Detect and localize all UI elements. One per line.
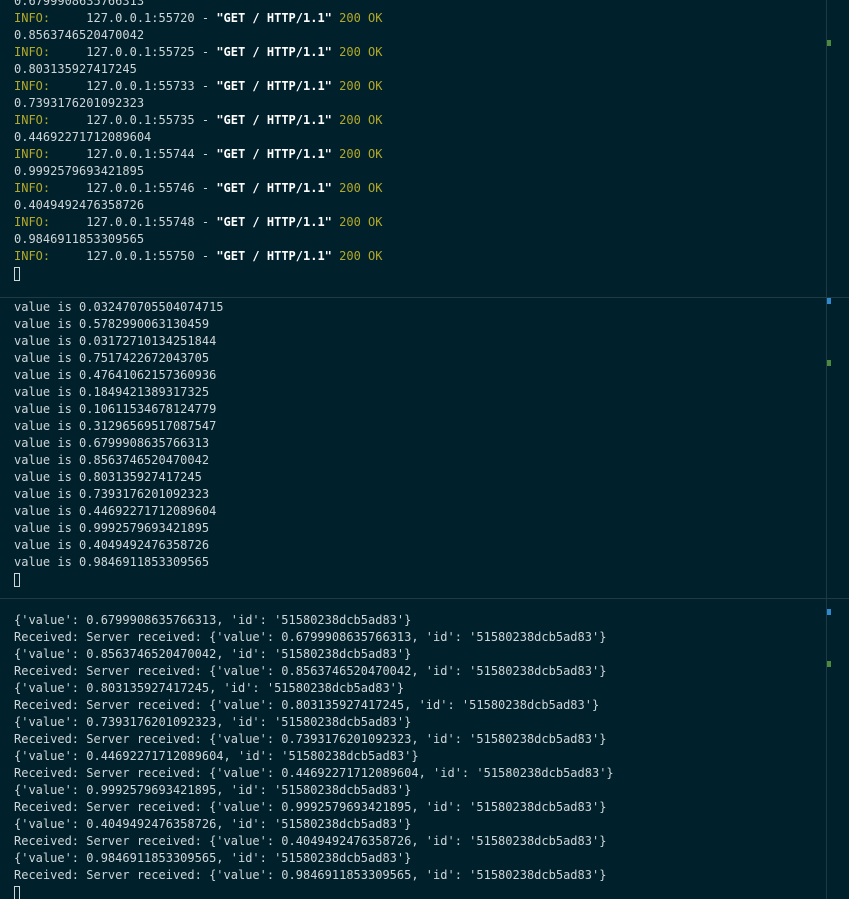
output-line: value is 0.803135927417245 bbox=[14, 470, 202, 484]
http-request: "GET / HTTP/1.1" bbox=[216, 147, 332, 161]
output-line: value is 0.03172710134251844 bbox=[14, 334, 217, 348]
http-status: 200 OK bbox=[339, 79, 383, 93]
log-line: INFO: 127.0.0.1:55748 - "GET / HTTP/1.1"… bbox=[14, 215, 383, 229]
log-level: INFO: bbox=[14, 45, 51, 59]
output-line: Received: Server received: {'value': 0.7… bbox=[14, 732, 607, 746]
http-status: 200 OK bbox=[339, 249, 383, 263]
client-address: 127.0.0.1:55725 bbox=[86, 45, 195, 59]
output-line: value is 0.1849421389317325 bbox=[14, 385, 210, 399]
output-line: value is 0.6799908635766313 bbox=[14, 436, 210, 450]
output-line: {'value': 0.9846911853309565, 'id': '515… bbox=[14, 851, 412, 865]
output-line: {'value': 0.4049492476358726, 'id': '515… bbox=[14, 817, 412, 831]
scrollbar[interactable] bbox=[826, 298, 827, 598]
output-line: value is 0.44692271712089604 bbox=[14, 504, 217, 518]
output-line: Received: Server received: {'value': 0.8… bbox=[14, 664, 607, 678]
value-line: 0.9846911853309565 bbox=[14, 232, 145, 246]
http-status: 200 OK bbox=[339, 11, 383, 25]
prompt-line bbox=[14, 265, 383, 282]
output-line: value is 0.9992579693421895 bbox=[14, 521, 210, 535]
client-address: 127.0.0.1:55748 bbox=[86, 215, 195, 229]
log-line: INFO: 127.0.0.1:55744 - "GET / HTTP/1.1"… bbox=[14, 147, 383, 161]
client-address: 127.0.0.1:55750 bbox=[86, 249, 195, 263]
http-status: 200 OK bbox=[339, 215, 383, 229]
value-line: 0.7393176201092323 bbox=[14, 96, 145, 110]
output-line: value is 0.31296569517087547 bbox=[14, 419, 217, 433]
value-line: 0.803135927417245 bbox=[14, 62, 137, 76]
log-line: INFO: 127.0.0.1:55725 - "GET / HTTP/1.1"… bbox=[14, 45, 383, 59]
log-level: INFO: bbox=[14, 11, 51, 25]
log-line: INFO: 127.0.0.1:55746 - "GET / HTTP/1.1"… bbox=[14, 181, 383, 195]
http-status: 200 OK bbox=[339, 45, 383, 59]
output-line: {'value': 0.7393176201092323, 'id': '515… bbox=[14, 715, 412, 729]
terminal-output: value is 0.032470705504074715 value is 0.… bbox=[14, 299, 224, 588]
http-request: "GET / HTTP/1.1" bbox=[216, 181, 332, 195]
value-line: 0.4049492476358726 bbox=[14, 198, 145, 212]
scrollbar[interactable] bbox=[826, 599, 827, 899]
output-line: value is 0.47641062157360936 bbox=[14, 368, 217, 382]
output-line: Received: Server received: {'value': 0.9… bbox=[14, 868, 607, 882]
value-line: 0.6799908635766313 bbox=[14, 0, 145, 8]
output-line: {'value': 0.9992579693421895, 'id': '515… bbox=[14, 783, 412, 797]
prompt-line bbox=[14, 884, 614, 899]
output-line: Received: Server received: {'value': 0.9… bbox=[14, 800, 607, 814]
terminal-cursor bbox=[14, 572, 20, 587]
log-line: INFO: 127.0.0.1:55735 - "GET / HTTP/1.1"… bbox=[14, 113, 383, 127]
http-request: "GET / HTTP/1.1" bbox=[216, 113, 332, 127]
terminal-pane-client[interactable]: {'value': 0.6799908635766313, 'id': '515… bbox=[0, 599, 849, 899]
output-line: Received: Server received: {'value': 0.4… bbox=[14, 834, 607, 848]
http-request: "GET / HTTP/1.1" bbox=[216, 79, 332, 93]
output-line: value is 0.7517422672043705 bbox=[14, 351, 210, 365]
terminal-pane-server-log[interactable]: 0.6799908635766313 INFO: 127.0.0.1:55720 … bbox=[0, 0, 849, 297]
output-line: value is 0.9846911853309565 bbox=[14, 555, 210, 569]
value-line: 0.9992579693421895 bbox=[14, 164, 145, 178]
output-line: {'value': 0.8563746520470042, 'id': '515… bbox=[14, 647, 412, 661]
output-line: Received: Server received: {'value': 0.8… bbox=[14, 698, 600, 712]
output-line: value is 0.8563746520470042 bbox=[14, 453, 210, 467]
http-request: "GET / HTTP/1.1" bbox=[216, 45, 332, 59]
http-request: "GET / HTTP/1.1" bbox=[216, 11, 332, 25]
client-address: 127.0.0.1:55720 bbox=[86, 11, 195, 25]
terminal-cursor bbox=[14, 266, 20, 281]
output-line: {'value': 0.803135927417245, 'id': '5158… bbox=[14, 681, 405, 695]
log-level: INFO: bbox=[14, 215, 51, 229]
log-level: INFO: bbox=[14, 147, 51, 161]
client-address: 127.0.0.1:55746 bbox=[86, 181, 195, 195]
http-status: 200 OK bbox=[339, 113, 383, 127]
log-level: INFO: bbox=[14, 181, 51, 195]
http-request: "GET / HTTP/1.1" bbox=[216, 249, 332, 263]
output-line: {'value': 0.44692271712089604, 'id': '51… bbox=[14, 749, 419, 763]
client-address: 127.0.0.1:55733 bbox=[86, 79, 195, 93]
http-status: 200 OK bbox=[339, 181, 383, 195]
output-line: value is 0.5782990063130459 bbox=[14, 317, 210, 331]
overview-ruler-marker bbox=[827, 360, 831, 366]
output-line: {'value': 0.6799908635766313, 'id': '515… bbox=[14, 613, 412, 627]
terminal-output: 0.6799908635766313 INFO: 127.0.0.1:55720 … bbox=[14, 0, 383, 282]
output-line: Received: Server received: {'value': 0.4… bbox=[14, 766, 614, 780]
log-line: INFO: 127.0.0.1:55750 - "GET / HTTP/1.1"… bbox=[14, 249, 383, 263]
output-line: value is 0.032470705504074715 bbox=[14, 300, 224, 314]
output-line: Received: Server received: {'value': 0.6… bbox=[14, 630, 607, 644]
overview-ruler-marker bbox=[827, 609, 831, 615]
log-level: INFO: bbox=[14, 79, 51, 93]
client-address: 127.0.0.1:55744 bbox=[86, 147, 195, 161]
log-line: INFO: 127.0.0.1:55720 - "GET / HTTP/1.1"… bbox=[14, 11, 383, 25]
client-address: 127.0.0.1:55735 bbox=[86, 113, 195, 127]
overview-ruler-marker bbox=[827, 298, 831, 304]
terminal-pane-values[interactable]: value is 0.032470705504074715 value is 0.… bbox=[0, 298, 849, 598]
output-line: value is 0.4049492476358726 bbox=[14, 538, 210, 552]
value-line: 0.8563746520470042 bbox=[14, 28, 145, 42]
overview-ruler-marker bbox=[827, 661, 831, 667]
log-line: INFO: 127.0.0.1:55733 - "GET / HTTP/1.1"… bbox=[14, 79, 383, 93]
output-line: value is 0.7393176201092323 bbox=[14, 487, 210, 501]
output-line: value is 0.10611534678124779 bbox=[14, 402, 217, 416]
http-status: 200 OK bbox=[339, 147, 383, 161]
terminal-cursor bbox=[14, 885, 20, 899]
http-request: "GET / HTTP/1.1" bbox=[216, 215, 332, 229]
log-level: INFO: bbox=[14, 113, 51, 127]
log-level: INFO: bbox=[14, 249, 51, 263]
overview-ruler-marker bbox=[827, 40, 831, 46]
value-line: 0.44692271712089604 bbox=[14, 130, 152, 144]
prompt-line bbox=[14, 571, 224, 588]
terminal-output: {'value': 0.6799908635766313, 'id': '515… bbox=[14, 612, 614, 899]
